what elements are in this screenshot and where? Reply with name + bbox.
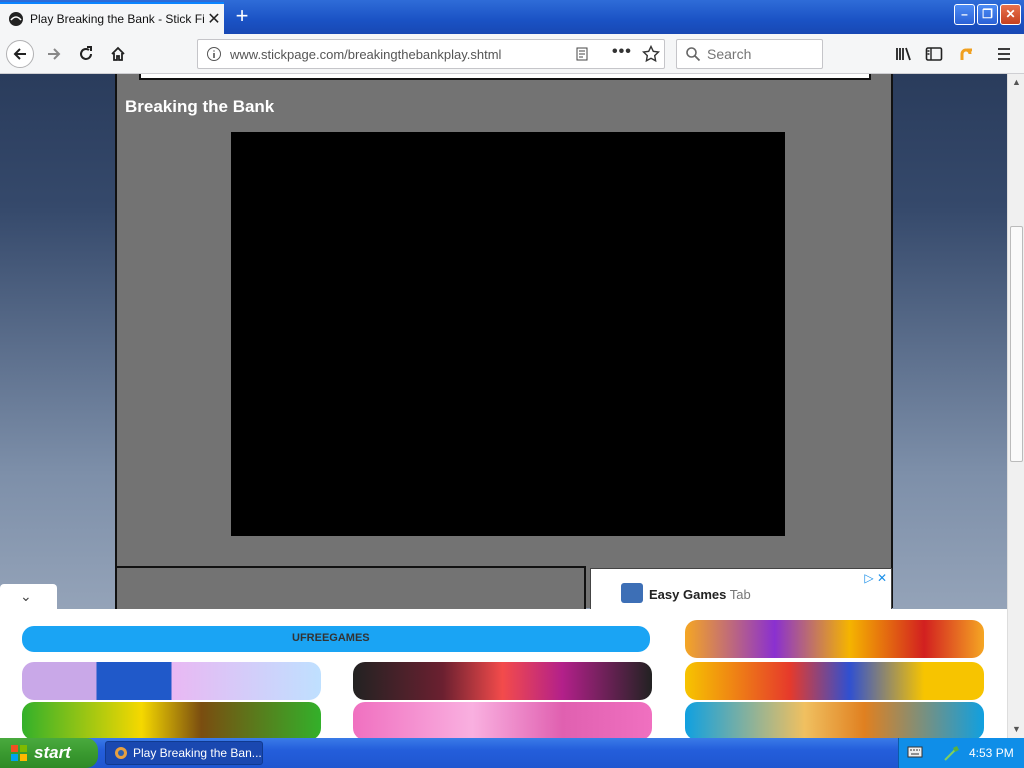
scrollbar-thumb[interactable] <box>1010 226 1023 462</box>
start-button[interactable]: start <box>0 738 98 768</box>
ad-game-tile[interactable] <box>22 702 321 738</box>
ad-game-tile[interactable] <box>22 662 321 700</box>
stickpage-icon <box>9 12 23 26</box>
bottom-ad-overlay: UFREEGAMES <box>0 609 1007 738</box>
home-button[interactable] <box>104 40 132 68</box>
reload-icon <box>80 46 92 60</box>
reload-button[interactable] <box>72 40 100 68</box>
ad-game-tile[interactable] <box>353 702 652 738</box>
search-bar[interactable] <box>676 39 823 69</box>
back-arrow-icon <box>13 48 26 60</box>
system-tray: 4:53 PM <box>898 738 1024 768</box>
maximize-button[interactable]: ❐ <box>977 4 998 25</box>
keyboard-icon[interactable] <box>907 746 923 758</box>
network-icon[interactable] <box>943 744 961 762</box>
navigation-bar: www.stickpage.com/breakingthebankplay.sh… <box>0 34 1024 74</box>
hamburger-menu-icon <box>998 48 1010 60</box>
header-box <box>139 74 871 80</box>
home-icon <box>111 46 125 61</box>
start-label: start <box>34 743 71 762</box>
forward-button[interactable] <box>40 40 68 68</box>
back-button[interactable] <box>6 40 34 68</box>
tab-title: Play Breaking the Bank - Stick Figu <box>30 12 204 26</box>
ad-game-tile[interactable] <box>685 702 984 738</box>
game-title: Breaking the Bank <box>125 97 275 116</box>
sidebar-icon <box>925 47 943 61</box>
minimize-button[interactable]: – <box>954 4 975 25</box>
new-tab-button[interactable]: + <box>230 4 254 28</box>
ad-game-tile[interactable] <box>685 620 984 658</box>
ad-banner-ufreegames[interactable]: UFREEGAMES <box>22 626 650 652</box>
open-menu-button[interactable] <box>990 40 1018 68</box>
taskbar: start Play Breaking the Ban... 4:53 PM <box>0 738 1024 768</box>
library-icon <box>896 47 911 61</box>
web-page: Breaking the Bank Easy Games Tab ▷ ✕ ⌄ U… <box>0 74 1007 738</box>
taskbar-item-label: Play Breaking the Ban... <box>133 746 262 760</box>
bookmark-star-icon[interactable] <box>642 45 660 63</box>
adchoices-icon[interactable]: ▷ ✕ <box>864 571 887 585</box>
library-button[interactable] <box>890 40 918 68</box>
collapse-ad-tab[interactable]: ⌄ <box>0 584 57 610</box>
search-input[interactable] <box>705 45 815 63</box>
tab-close-icon[interactable]: ✕ <box>204 9 224 29</box>
info-icon[interactable] <box>206 46 222 62</box>
extension-button[interactable] <box>952 40 980 68</box>
vertical-scrollbar[interactable]: ▲ ▼ <box>1007 74 1024 738</box>
sidebar-button[interactable] <box>920 40 948 68</box>
forward-arrow-icon <box>48 48 61 60</box>
clock[interactable]: 4:53 PM <box>969 746 1014 760</box>
windows-logo-icon <box>11 745 27 761</box>
extension-icon <box>960 48 972 60</box>
search-icon <box>686 47 701 62</box>
reader-view-icon[interactable] <box>574 46 590 62</box>
game-embed[interactable] <box>231 132 785 536</box>
title-bar: Play Breaking the Bank - Stick Figu ✕ + … <box>0 0 1024 34</box>
easy-games-icon <box>621 583 643 603</box>
browser-window-icon <box>115 747 127 759</box>
close-window-button[interactable]: ✕ <box>1000 4 1021 25</box>
ad-title[interactable]: Easy Games Tab <box>649 587 751 602</box>
ad-banner-text: UFREEGAMES <box>292 632 370 644</box>
url-bar[interactable]: www.stickpage.com/breakingthebankplay.sh… <box>197 39 665 69</box>
taskbar-item-browser[interactable]: Play Breaking the Ban... <box>105 741 263 765</box>
scroll-down-arrow-icon[interactable]: ▼ <box>1008 721 1024 738</box>
scroll-up-arrow-icon[interactable]: ▲ <box>1008 74 1024 91</box>
ad-game-tile[interactable] <box>685 662 984 700</box>
page-actions-more-icon[interactable]: ••• <box>612 43 632 61</box>
chevron-down-icon: ⌄ <box>20 588 32 604</box>
content-column: Breaking the Bank <box>115 74 893 608</box>
url-text[interactable]: www.stickpage.com/breakingthebankplay.sh… <box>230 47 501 62</box>
ad-game-tile[interactable] <box>353 662 652 700</box>
browser-tab[interactable]: Play Breaking the Bank - Stick Figu ✕ <box>0 2 224 34</box>
